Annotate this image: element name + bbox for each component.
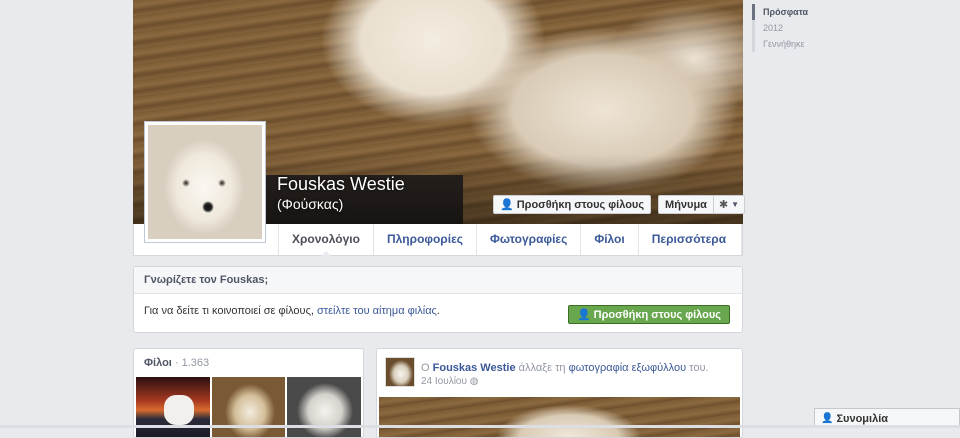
add-friend-icon: 👤 (500, 199, 514, 211)
prompt-text-prefix: Για να δείτε τι κοινοποιεί σε φίλους, (144, 305, 317, 317)
friends-heading: Φίλοι · 1.363 (134, 349, 363, 377)
timeline-nav-2012[interactable]: 2012 (752, 20, 808, 36)
friend-thumbnail[interactable] (211, 377, 286, 437)
prompt-title: Γνωρίζετε τον Fouskas; (134, 267, 742, 294)
chevron-down-icon: ▼ (731, 200, 740, 209)
options-menu-button[interactable]: ✱ ▼ (713, 195, 746, 214)
friends-title-link[interactable]: Φίλοι (144, 357, 172, 369)
tab-timeline[interactable]: Χρονολόγιο (278, 224, 373, 256)
friend-thumbnail[interactable] (287, 377, 362, 437)
cover-actions: 👤 Προσθήκη στους φίλους Μήνυμα ✱ ▼ (493, 195, 746, 214)
add-friend-label: Προσθήκη στους φίλους (516, 198, 645, 211)
profile-alternate-name: (Φούσκας) (277, 196, 344, 212)
profile-picture-image (148, 125, 262, 239)
story-date-link[interactable]: 24 Ιουλίου (421, 376, 467, 387)
send-friend-request-link[interactable]: στείλτε του αίτημα φιλίας (317, 305, 437, 317)
add-friend-icon: 👤 (576, 309, 591, 321)
globe-icon: ◍ (469, 376, 479, 387)
timeline-nav: Πρόσφατα 2012 Γεννήθηκε (752, 4, 808, 52)
chat-status-icon: 👤 (821, 413, 834, 424)
friend-request-prompt: Γνωρίζετε τον Fouskas; Για να δείτε τι κ… (133, 266, 743, 333)
tab-timeline-label: Χρονολόγιο (292, 232, 360, 246)
story-text: Ο Fouskas Westie άλλαξε τη φωτογραφία εξ… (421, 362, 709, 374)
add-friend-green-label: Προσθήκη στους φίλους (593, 308, 721, 321)
timeline-nav-born[interactable]: Γεννήθηκε (752, 36, 808, 52)
profile-picture[interactable] (144, 121, 266, 243)
tab-photos[interactable]: Φωτογραφίες (476, 224, 580, 255)
story-action: άλλαξε τη (515, 362, 569, 374)
tab-about-label: Πληροφορίες (386, 232, 463, 246)
story-prefix: Ο (421, 362, 433, 374)
add-friend-button[interactable]: 👤 Προσθήκη στους φίλους (493, 195, 652, 214)
story-actor-link[interactable]: Fouskas Westie (433, 362, 516, 374)
friends-separator: · (171, 357, 182, 369)
message-label: Μήνυμα (665, 198, 707, 211)
story-suffix: του. (686, 362, 709, 374)
tab-photos-label: Φωτογραφίες (490, 232, 568, 246)
gear-icon: ✱ (718, 199, 729, 211)
tab-about[interactable]: Πληροφορίες (372, 224, 476, 255)
chat-label: Συνομιλία (836, 412, 889, 425)
story-object-link[interactable]: φωτογραφία εξωφύλλου (569, 362, 687, 374)
add-friend-button-green[interactable]: 👤 Προσθήκη στους φίλους (567, 305, 730, 324)
message-button[interactable]: Μήνυμα (658, 195, 714, 214)
tab-more-label: Περισσότερα (651, 232, 727, 246)
story-cover-image[interactable] (379, 397, 740, 437)
prompt-text-suffix: . (436, 305, 440, 317)
message-button-group: Μήνυμα ✱ ▼ (658, 195, 746, 214)
timeline-nav-recent[interactable]: Πρόσφατα (752, 4, 808, 20)
tab-friends-label: Φίλοι (594, 232, 625, 246)
tab-friends[interactable]: Φίλοι (580, 224, 637, 255)
story-avatar[interactable] (385, 357, 415, 387)
friends-count: 1.363 (181, 357, 210, 369)
tab-more[interactable]: Περισσότερα ▼ (637, 224, 742, 276)
friend-thumbnail[interactable] (136, 377, 210, 437)
friends-grid (134, 377, 363, 437)
profile-name[interactable]: Fouskas Westie (277, 173, 405, 195)
story-date: 24 Ιουλίου ◍ (421, 376, 478, 387)
